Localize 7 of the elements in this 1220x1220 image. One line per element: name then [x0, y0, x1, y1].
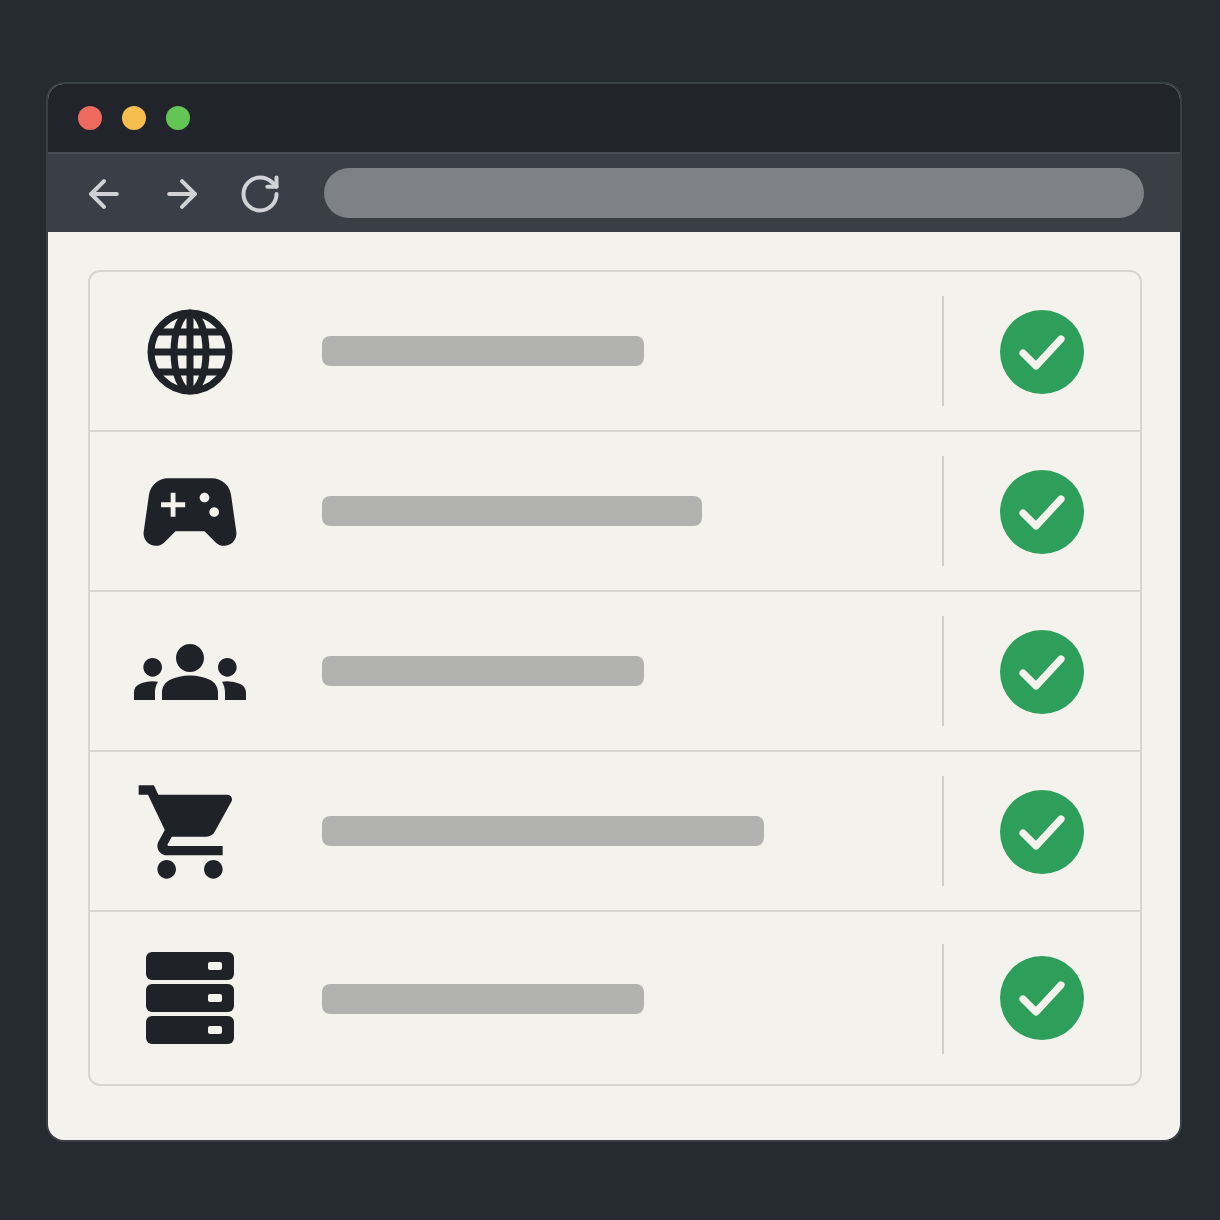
globe-icon	[146, 307, 234, 395]
window-control-button[interactable]	[122, 106, 146, 131]
address-bar[interactable]	[324, 168, 1144, 219]
window-control-button[interactable]	[78, 106, 102, 131]
server-icon	[146, 952, 234, 1044]
reload-button[interactable]	[238, 171, 282, 216]
window-control-button[interactable]	[166, 106, 190, 131]
